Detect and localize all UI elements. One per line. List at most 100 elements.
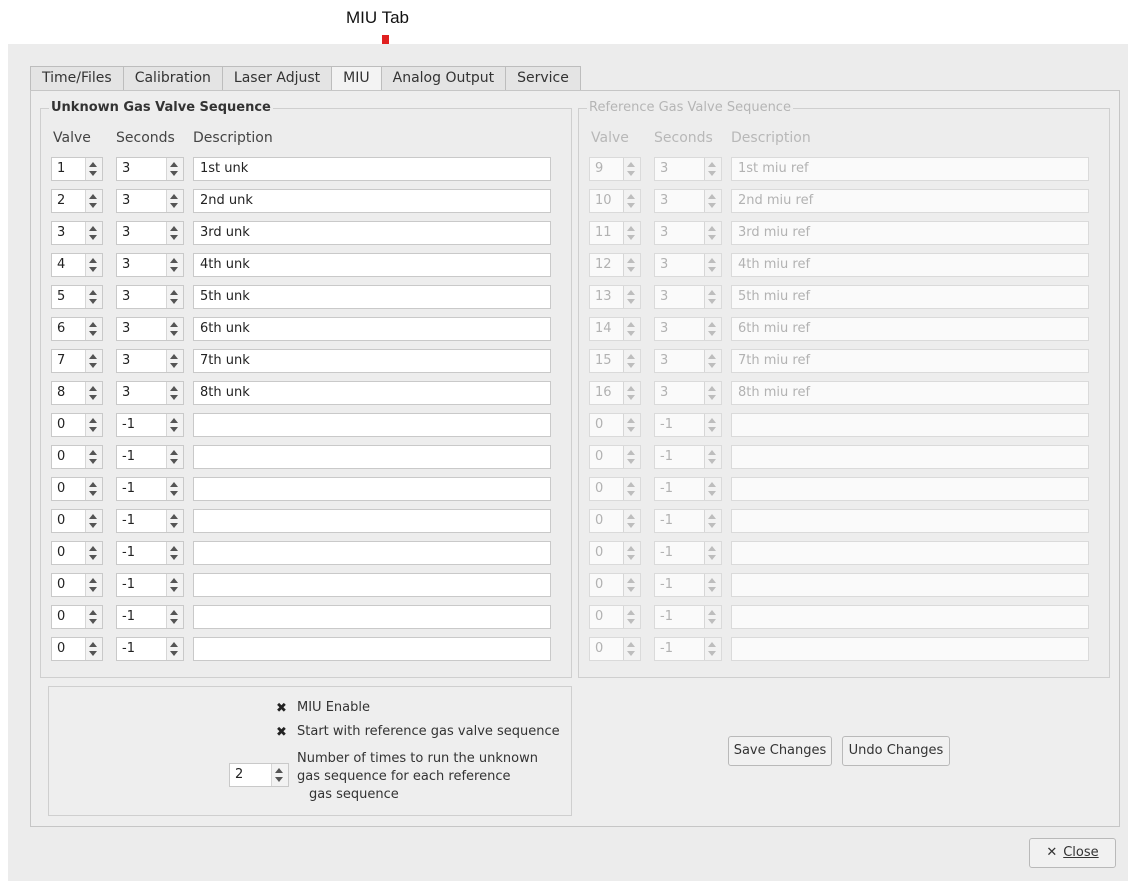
spin-up-icon[interactable]: [170, 386, 178, 391]
spin-down-icon[interactable]: [170, 171, 178, 176]
spin-down-icon[interactable]: [708, 555, 716, 560]
spin-up-icon[interactable]: [627, 194, 635, 199]
seconds-spinbox[interactable]: -1: [116, 477, 184, 501]
spin-down-icon[interactable]: [275, 777, 283, 782]
valve-spinbox[interactable]: 15: [589, 349, 641, 373]
spin-down-icon[interactable]: [708, 523, 716, 528]
spin-up-icon[interactable]: [627, 290, 635, 295]
spin-down-icon[interactable]: [708, 395, 716, 400]
spin-up-icon[interactable]: [708, 418, 716, 423]
seconds-spinbox[interactable]: 3: [116, 157, 184, 181]
valve-stepper[interactable]: [623, 414, 640, 436]
spin-down-icon[interactable]: [170, 267, 178, 272]
spin-down-icon[interactable]: [89, 523, 97, 528]
spin-down-icon[interactable]: [170, 651, 178, 656]
description-field[interactable]: 2nd unk: [193, 189, 551, 213]
spin-up-icon[interactable]: [170, 226, 178, 231]
description-field[interactable]: [731, 477, 1089, 501]
valve-spinbox[interactable]: 0: [51, 541, 103, 565]
seconds-spinbox[interactable]: -1: [654, 605, 722, 629]
valve-spinbox[interactable]: 16: [589, 381, 641, 405]
spin-down-icon[interactable]: [89, 587, 97, 592]
spin-up-icon[interactable]: [170, 322, 178, 327]
seconds-stepper[interactable]: [166, 446, 183, 468]
spin-up-icon[interactable]: [708, 226, 716, 231]
description-field[interactable]: 8th miu ref: [731, 381, 1089, 405]
spin-down-icon[interactable]: [89, 363, 97, 368]
spin-down-icon[interactable]: [170, 555, 178, 560]
valve-stepper[interactable]: [623, 318, 640, 340]
spin-down-icon[interactable]: [627, 395, 635, 400]
valve-spinbox[interactable]: 14: [589, 317, 641, 341]
spin-up-icon[interactable]: [275, 768, 283, 773]
description-field[interactable]: [731, 637, 1089, 661]
spin-up-icon[interactable]: [627, 450, 635, 455]
spin-up-icon[interactable]: [89, 258, 97, 263]
valve-spinbox[interactable]: 9: [589, 157, 641, 181]
spin-down-icon[interactable]: [89, 267, 97, 272]
spin-down-icon[interactable]: [708, 331, 716, 336]
seconds-spinbox[interactable]: 3: [654, 221, 722, 245]
description-field[interactable]: 7th unk: [193, 349, 551, 373]
tab-miu[interactable]: MIU: [331, 66, 382, 90]
valve-spinbox[interactable]: 0: [589, 477, 641, 501]
spin-up-icon[interactable]: [708, 162, 716, 167]
spin-up-icon[interactable]: [170, 610, 178, 615]
seconds-spinbox[interactable]: -1: [654, 445, 722, 469]
spin-up-icon[interactable]: [170, 514, 178, 519]
valve-spinbox[interactable]: 0: [51, 637, 103, 661]
save-changes-button[interactable]: Save Changes: [728, 736, 832, 766]
spin-down-icon[interactable]: [89, 299, 97, 304]
spin-down-icon[interactable]: [170, 587, 178, 592]
spin-down-icon[interactable]: [708, 459, 716, 464]
spin-up-icon[interactable]: [627, 578, 635, 583]
spin-down-icon[interactable]: [627, 523, 635, 528]
spin-up-icon[interactable]: [89, 162, 97, 167]
spin-down-icon[interactable]: [89, 171, 97, 176]
spin-up-icon[interactable]: [708, 642, 716, 647]
description-field[interactable]: 1st miu ref: [731, 157, 1089, 181]
valve-stepper[interactable]: [85, 414, 102, 436]
spin-up-icon[interactable]: [170, 642, 178, 647]
valve-spinbox[interactable]: 3: [51, 221, 103, 245]
description-field[interactable]: 5th miu ref: [731, 285, 1089, 309]
spin-down-icon[interactable]: [170, 363, 178, 368]
valve-spinbox[interactable]: 0: [589, 541, 641, 565]
seconds-stepper[interactable]: [704, 286, 721, 308]
seconds-stepper[interactable]: [166, 574, 183, 596]
spin-up-icon[interactable]: [170, 290, 178, 295]
seconds-stepper[interactable]: [704, 638, 721, 660]
seconds-spinbox[interactable]: -1: [116, 445, 184, 469]
seconds-stepper[interactable]: [166, 478, 183, 500]
spin-down-icon[interactable]: [170, 331, 178, 336]
description-field[interactable]: 4th unk: [193, 253, 551, 277]
description-field[interactable]: [193, 445, 551, 469]
valve-spinbox[interactable]: 11: [589, 221, 641, 245]
spin-up-icon[interactable]: [170, 194, 178, 199]
valve-stepper[interactable]: [85, 254, 102, 276]
undo-changes-button[interactable]: Undo Changes: [842, 736, 950, 766]
description-field[interactable]: [193, 413, 551, 437]
valve-spinbox[interactable]: 0: [51, 605, 103, 629]
valve-stepper[interactable]: [85, 574, 102, 596]
valve-stepper[interactable]: [85, 478, 102, 500]
spin-down-icon[interactable]: [708, 267, 716, 272]
spin-up-icon[interactable]: [708, 290, 716, 295]
valve-spinbox[interactable]: 0: [51, 509, 103, 533]
description-field[interactable]: [731, 573, 1089, 597]
description-field[interactable]: [193, 509, 551, 533]
seconds-spinbox[interactable]: -1: [116, 573, 184, 597]
spin-up-icon[interactable]: [627, 386, 635, 391]
description-field[interactable]: 1st unk: [193, 157, 551, 181]
seconds-spinbox[interactable]: 3: [654, 317, 722, 341]
valve-spinbox[interactable]: 8: [51, 381, 103, 405]
seconds-stepper[interactable]: [704, 158, 721, 180]
spin-up-icon[interactable]: [170, 546, 178, 551]
seconds-stepper[interactable]: [166, 542, 183, 564]
seconds-spinbox[interactable]: -1: [116, 637, 184, 661]
spin-up-icon[interactable]: [708, 578, 716, 583]
description-field[interactable]: 4th miu ref: [731, 253, 1089, 277]
valve-spinbox[interactable]: 0: [589, 445, 641, 469]
description-field[interactable]: [731, 413, 1089, 437]
valve-spinbox[interactable]: 12: [589, 253, 641, 277]
